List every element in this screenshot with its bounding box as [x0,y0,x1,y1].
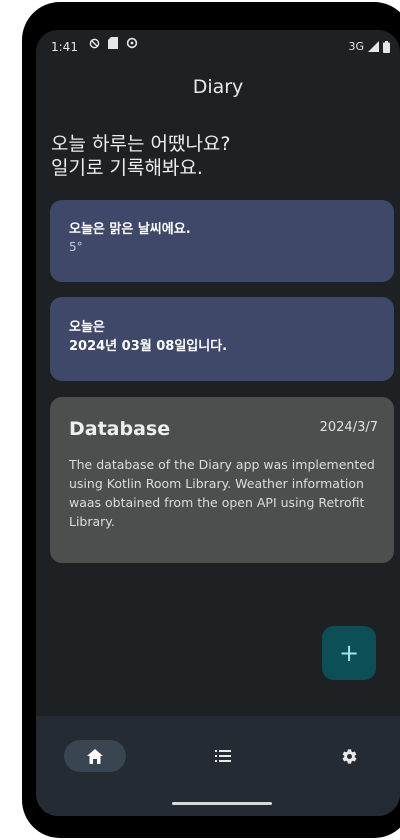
date-line-2: 2024년 03월 08일입니다. [69,339,228,354]
nav-settings[interactable] [318,740,380,772]
entry-body: The database of the Diary app was implem… [69,457,375,529]
date-line-1: 오늘은 [69,320,105,335]
greeting-line-1: 오늘 하루는 어땠나요? [51,133,231,155]
status-icons [89,37,138,49]
battery-icon [383,40,390,53]
nav-list[interactable] [192,740,254,772]
status-time: 1:41 [51,40,78,54]
greeting-line-2: 일기로 기록해봐요. [51,157,203,179]
diary-entry-card[interactable]: Database 2024/3/7 The database of the Di… [50,397,394,563]
network-type: 3G [348,40,364,53]
app-screen: 1:41 3G Diary 오늘 하루는 어땠나요? 일기로 기록해봐요. 오늘… [36,30,400,816]
plus-icon: + [338,639,360,667]
nav-home[interactable] [64,740,126,772]
list-icon [215,750,231,762]
greeting-text: 오늘 하루는 어땠나요? 일기로 기록해봐요. [51,132,230,180]
gear-icon [342,748,356,764]
status-icons-right: 3G [348,40,390,53]
weather-card[interactable]: 오늘은 맑은 날씨에요. 5° [50,200,394,282]
sd-card-icon [108,37,118,49]
entry-date: 2024/3/7 [319,420,378,435]
data-saver-icon [89,38,100,48]
gesture-navigation-bar[interactable] [172,802,272,805]
sync-icon [126,37,138,49]
date-card[interactable]: 오늘은 2024년 03월 08일입니다. [50,297,394,381]
add-entry-button[interactable]: + [322,626,376,680]
bottom-navigation [36,716,400,816]
status-bar: 1:41 3G [36,30,400,58]
weather-text: 오늘은 맑은 날씨에요. [69,222,191,237]
app-title: Diary [192,76,244,98]
signal-icon [368,41,379,52]
weather-temperature: 5° [69,240,83,254]
entry-title: Database [69,418,171,440]
home-icon [87,748,103,764]
